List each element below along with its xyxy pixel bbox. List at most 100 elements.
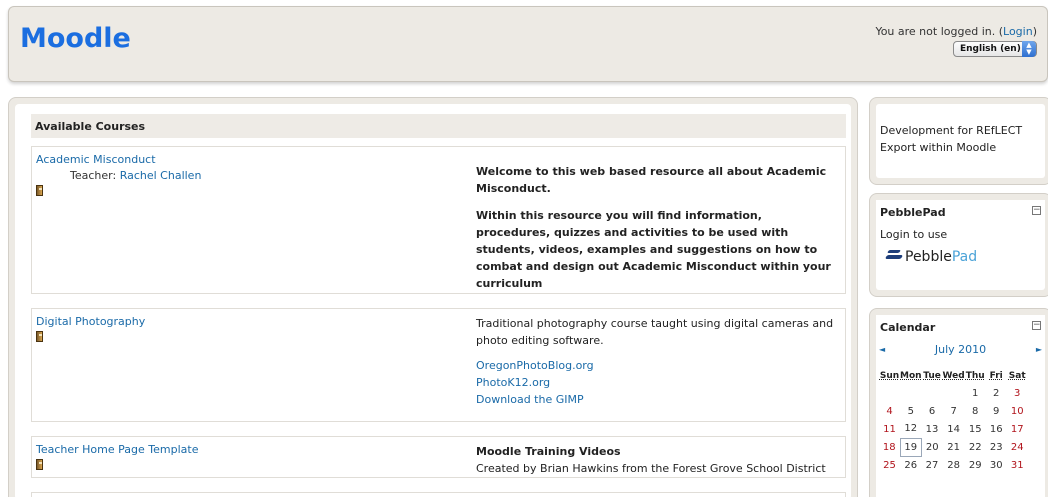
pebblepad-block-content: PebblePad − Login to use PebblePad xyxy=(876,200,1045,290)
course-item-next xyxy=(31,492,846,497)
calendar-day[interactable]: 14 xyxy=(943,420,965,438)
course-summary: Traditional photography course taught us… xyxy=(476,315,836,408)
language-selected: English (en) xyxy=(960,44,1021,54)
course-item-digital-photography: Digital Photography Traditional photogra… xyxy=(31,308,846,422)
login-status-text: You are not logged in. ( xyxy=(875,25,1004,38)
calendar-week-row: 4 5 6 7 8 9 10 xyxy=(879,402,1028,420)
calendar-day[interactable]: 4 xyxy=(879,402,900,420)
calendar-week-row: 11 12 13 14 15 16 17 xyxy=(879,420,1028,438)
calendar-day[interactable]: 20 xyxy=(922,438,943,456)
weekday-header: Sun xyxy=(879,370,900,381)
calendar-day[interactable]: 3 xyxy=(1007,384,1028,402)
course-summary-text: Created by Brian Hawkins from the Forest… xyxy=(476,462,826,475)
calendar-day[interactable]: 12 xyxy=(900,420,922,438)
login-info: You are not logged in. (Login) xyxy=(875,25,1037,38)
calendar-day[interactable]: 25 xyxy=(879,456,900,474)
course-teacher: Teacher: Rachel Challen xyxy=(70,169,456,182)
calendar-week-row: 25 26 27 28 29 30 31 xyxy=(879,456,1028,474)
next-month-icon[interactable]: ► xyxy=(1036,345,1042,354)
weekday-header: Sat xyxy=(1008,370,1026,381)
calendar-block: Calendar − ◄ July 2010 ► Sun Mon Tue Wed… xyxy=(869,308,1048,497)
course-summary: Moodle Training Videos Created by Brian … xyxy=(476,443,836,477)
course-item-academic-misconduct: Academic Misconduct Teacher: Rachel Chal… xyxy=(31,146,846,294)
guest-access-icon xyxy=(36,185,43,196)
site-logo[interactable]: Moodle xyxy=(20,23,131,54)
calendar-day[interactable]: 15 xyxy=(965,420,986,438)
calendar-day[interactable]: 9 xyxy=(986,402,1007,420)
calendar-day[interactable]: 2 xyxy=(986,384,1007,402)
calendar-day[interactable]: 23 xyxy=(986,438,1007,456)
pebblepad-login-text: Login to use xyxy=(880,228,948,241)
calendar-day[interactable]: 17 xyxy=(1007,420,1028,438)
language-select[interactable]: English (en) ▲ ▼ xyxy=(953,41,1037,57)
calendar-block-title: Calendar xyxy=(876,315,1045,339)
main-content-frame: Available Courses Academic Misconduct Te… xyxy=(8,97,858,497)
calendar-day[interactable]: 1 xyxy=(965,384,986,402)
calendar-day[interactable]: 30 xyxy=(986,456,1007,474)
calendar-nav: ◄ July 2010 ► xyxy=(876,341,1045,357)
calendar-day[interactable]: 24 xyxy=(1007,438,1028,456)
course-title-link[interactable]: Academic Misconduct xyxy=(36,153,156,166)
main-content: Available Courses Academic Misconduct Te… xyxy=(15,104,851,497)
oregon-photoblog-link[interactable]: OregonPhotoBlog.org xyxy=(476,359,594,372)
weekday-header: Thu xyxy=(965,370,985,381)
calendar-day[interactable]: 8 xyxy=(965,402,986,420)
calendar-empty-cell xyxy=(900,384,922,402)
calendar-day[interactable]: 7 xyxy=(943,402,965,420)
guest-access-icon xyxy=(36,331,43,342)
login-link[interactable]: Login xyxy=(1003,25,1033,38)
course-title-link[interactable]: Digital Photography xyxy=(36,315,145,328)
calendar-day[interactable]: 31 xyxy=(1007,456,1028,474)
courses-heading: Available Courses xyxy=(31,114,846,138)
course-title-link[interactable]: Teacher Home Page Template xyxy=(36,443,198,456)
calendar-day[interactable]: 6 xyxy=(922,402,943,420)
prev-month-icon[interactable]: ◄ xyxy=(879,345,885,354)
calendar-empty-cell xyxy=(922,384,943,402)
calendar-day[interactable]: 13 xyxy=(922,420,943,438)
calendar-block-content: Calendar − ◄ July 2010 ► Sun Mon Tue Wed… xyxy=(876,315,1045,497)
calendar-day[interactable]: 5 xyxy=(900,402,922,420)
pebblepad-logo[interactable]: PebblePad xyxy=(886,249,1045,265)
pebblepad-logo-icon xyxy=(886,250,902,264)
page-header: Moodle You are not logged in. (Login) En… xyxy=(8,6,1048,82)
reflect-block-content: Development for REfLECT Export within Mo… xyxy=(876,104,1045,178)
calendar-day[interactable]: 10 xyxy=(1007,402,1028,420)
course-summary-title: Moodle Training Videos xyxy=(476,445,621,458)
pebblepad-logo-accent: Pad xyxy=(951,249,978,265)
calendar-week-row: 18 19 20 21 22 23 24 xyxy=(879,437,1028,457)
calendar-month-link[interactable]: July 2010 xyxy=(935,343,986,356)
reflect-block: Development for REfLECT Export within Mo… xyxy=(869,97,1048,185)
login-close-paren: ) xyxy=(1032,25,1037,38)
calendar-day[interactable]: 27 xyxy=(922,456,943,474)
calendar-empty-cell xyxy=(943,384,965,402)
calendar-day[interactable]: 16 xyxy=(986,420,1007,438)
calendar-day[interactable]: 22 xyxy=(965,438,986,456)
course-summary-text: Traditional photography course taught us… xyxy=(476,317,834,347)
course-summary-detail: Within this resource you will find infor… xyxy=(476,209,831,290)
calendar-week-row: 123 xyxy=(879,384,1028,402)
calendar-day[interactable]: 18 xyxy=(879,438,900,456)
collapse-icon[interactable]: − xyxy=(1032,321,1041,330)
course-item-teacher-home-page: Teacher Home Page Template Moodle Traini… xyxy=(31,436,846,478)
course-summary: Welcome to this web based resource all a… xyxy=(476,163,836,292)
calendar-day-today[interactable]: 19 xyxy=(899,437,923,457)
pebblepad-block-title: PebblePad xyxy=(876,200,1045,224)
guest-access-icon xyxy=(36,459,43,470)
calendar-empty-cell xyxy=(879,384,900,402)
collapse-icon[interactable]: − xyxy=(1032,206,1041,215)
teacher-label: Teacher: xyxy=(70,169,117,182)
download-gimp-link[interactable]: Download the GIMP xyxy=(476,393,584,406)
photok12-link[interactable]: PhotoK12.org xyxy=(476,376,550,389)
teacher-link[interactable]: Rachel Challen xyxy=(120,169,202,182)
course-summary-intro: Welcome to this web based resource all a… xyxy=(476,165,827,195)
calendar-day[interactable]: 29 xyxy=(965,456,986,474)
weekday-header: Wed xyxy=(942,370,965,381)
calendar-day[interactable]: 11 xyxy=(879,420,900,438)
calendar-day[interactable]: 26 xyxy=(900,456,922,474)
calendar-grid: Sun Mon Tue Wed Thu Fri Sat 1 2 3 4 5 6 7 8 9 10 1… xyxy=(879,367,1028,474)
pebblepad-logo-main: Pebble xyxy=(905,249,952,265)
calendar-day[interactable]: 28 xyxy=(943,456,965,474)
pebblepad-block: PebblePad − Login to use PebblePad xyxy=(869,193,1048,297)
weekday-header: Tue xyxy=(923,370,941,381)
calendar-day[interactable]: 21 xyxy=(943,438,965,456)
